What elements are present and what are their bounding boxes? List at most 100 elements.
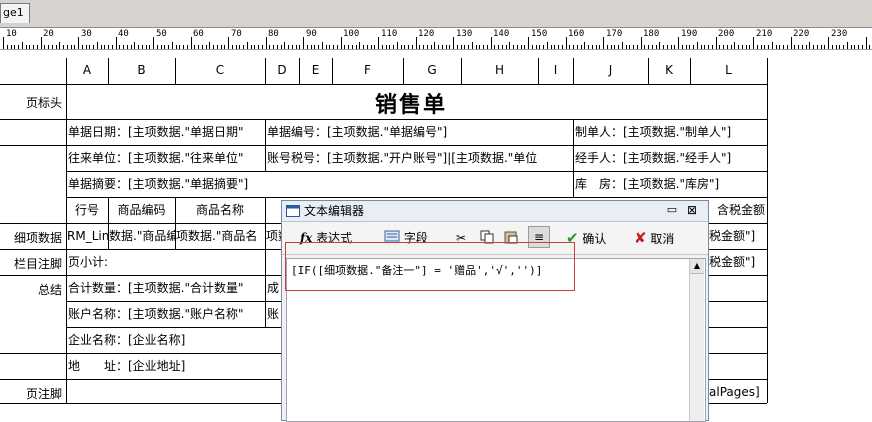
tab-page1[interactable]: ge1 [0, 3, 30, 23]
ruler-tick [329, 45, 330, 49]
ruler-tick [704, 45, 705, 49]
ruler-tick [494, 45, 495, 49]
ruler-tick [277, 45, 278, 49]
cell-bill-number[interactable]: 单据编号：[主项数据."单据编号"] [267, 125, 572, 139]
ruler-tick [622, 42, 623, 49]
column-header-j[interactable]: J [573, 63, 648, 77]
cancel-label: 取消 [650, 232, 675, 246]
ruler-tick [442, 45, 443, 49]
cell-bill-date[interactable]: 单据日期：[主项数据."单据日期" [68, 125, 264, 139]
ruler-tick [629, 45, 630, 49]
column-header-f[interactable]: F [332, 63, 403, 77]
cell-detail-tax[interactable]: 税金额"] [709, 229, 767, 243]
vertical-scrollbar[interactable]: ▲ [689, 259, 704, 421]
ruler-tick [746, 45, 747, 49]
cell-account-tail[interactable]: 账 [267, 307, 281, 321]
ruler-tick [479, 45, 480, 49]
cell-detail-code[interactable]: 数据."商品编 [109, 229, 175, 243]
ruler-tick [322, 42, 323, 49]
ruler-tick [194, 45, 195, 49]
ruler-tick [382, 45, 383, 49]
column-header-i[interactable]: I [538, 63, 573, 77]
ruler-tick [682, 45, 683, 49]
ruler-tick [659, 42, 660, 49]
cell-total-tail[interactable]: 成 [267, 281, 281, 295]
cell-heading-name[interactable]: 商品名称 [175, 203, 265, 217]
ruler-tick [299, 45, 300, 49]
column-header-a[interactable]: A [66, 63, 108, 77]
cancel-button[interactable]: ✘ 取消 [634, 230, 674, 247]
ruler-tick [138, 45, 139, 49]
ruler-label: 110 [381, 29, 398, 39]
column-header-c[interactable]: C [175, 63, 265, 77]
ruler-tick [686, 45, 687, 49]
cell-unit[interactable]: 往来单位：[主项数据."往来单位" [68, 151, 264, 165]
grid-line [0, 119, 66, 120]
cell-company-address[interactable]: 地 址：[企业地址] [68, 359, 278, 373]
ruler-tick [326, 45, 327, 49]
restore-icon[interactable]: ▭ [666, 204, 678, 216]
cell-heading-tax-amount[interactable]: 含税金额 [707, 203, 765, 217]
scroll-up-arrow[interactable]: ▲ [690, 259, 704, 274]
cell-maker[interactable]: 制单人：[主项数据."制单人"] [575, 125, 765, 139]
cell-account-name[interactable]: 账户名称：[主项数据."账户名称" [68, 307, 264, 321]
cell-total-quantity[interactable]: 合计数量：[主项数据."合计数量" [68, 281, 264, 295]
close-icon[interactable]: ⊠ [686, 204, 698, 216]
ruler-tick [247, 42, 248, 49]
ruler-tick [513, 45, 514, 49]
column-header-l[interactable]: L [690, 63, 767, 77]
column-header-g[interactable]: G [403, 63, 461, 77]
column-header-d[interactable]: D [265, 63, 299, 77]
cell-heading-code[interactable]: 商品编码 [108, 203, 175, 217]
cell-account[interactable]: 账号税号：[主项数据."开户账号"]|[主项数据."单位 [267, 151, 572, 165]
ruler-tick [101, 45, 102, 49]
ruler-tick [209, 42, 210, 49]
ruler-tick [157, 45, 158, 49]
column-header-k[interactable]: K [648, 63, 690, 77]
ruler-tick [296, 45, 297, 49]
ruler-tick [266, 37, 267, 49]
ruler-tick [56, 45, 57, 49]
cell-page-tax[interactable]: 税金额"] [709, 255, 767, 269]
cell-company-name[interactable]: 企业名称：[企业名称] [68, 333, 278, 347]
dialog-title-bar[interactable]: 文本编辑器 ▭ ⊠ [282, 201, 708, 222]
cell-heading-lineno[interactable]: 行号 [66, 203, 108, 217]
ruler-tick [828, 37, 829, 49]
ruler-tick [333, 45, 334, 49]
cell-detail-line[interactable]: RM_Lin [67, 229, 108, 243]
report-title[interactable]: 销售单 [375, 87, 447, 119]
ruler-tick [776, 45, 777, 49]
cell-handler[interactable]: 经手人：[主项数据."经手人"] [575, 151, 765, 165]
ruler-tick [419, 45, 420, 49]
ruler-tick [648, 45, 649, 49]
ruler-label: 90 [306, 29, 317, 39]
ruler-tick [337, 45, 338, 49]
ruler-tick [89, 45, 90, 49]
ruler-tick [802, 45, 803, 49]
row-label-header: 页标头 [25, 96, 62, 110]
column-header-h[interactable]: H [461, 63, 538, 77]
ruler-tick [232, 45, 233, 49]
ruler-tick [363, 45, 364, 49]
ruler-tick [843, 45, 844, 49]
ruler-label: 10 [6, 29, 17, 39]
ruler-label: 200 [718, 29, 735, 39]
cell-store[interactable]: 库 房：[主项数据."库房"] [575, 177, 765, 191]
cell-detail-name[interactable]: 项数据."商品名 [176, 229, 265, 243]
ruler-tick [761, 45, 762, 49]
ruler-tick [461, 45, 462, 49]
cell-summary[interactable]: 单据摘要：[主项数据."单据摘要"] [68, 177, 571, 191]
cell-page-subtotal[interactable]: 页小计: [68, 255, 268, 269]
ruler-tick [464, 45, 465, 49]
ruler-tick [543, 45, 544, 49]
ruler-tick [206, 45, 207, 49]
ruler-tick [187, 45, 188, 49]
ruler-tick [581, 45, 582, 49]
column-header-b[interactable]: B [108, 63, 175, 77]
cell-total-pages[interactable]: alPages] [709, 385, 767, 399]
ruler-tick [517, 45, 518, 49]
ruler-tick [29, 45, 30, 49]
ruler-tick [764, 45, 765, 49]
column-header-e[interactable]: E [299, 63, 332, 77]
ruler-tick [348, 45, 349, 49]
